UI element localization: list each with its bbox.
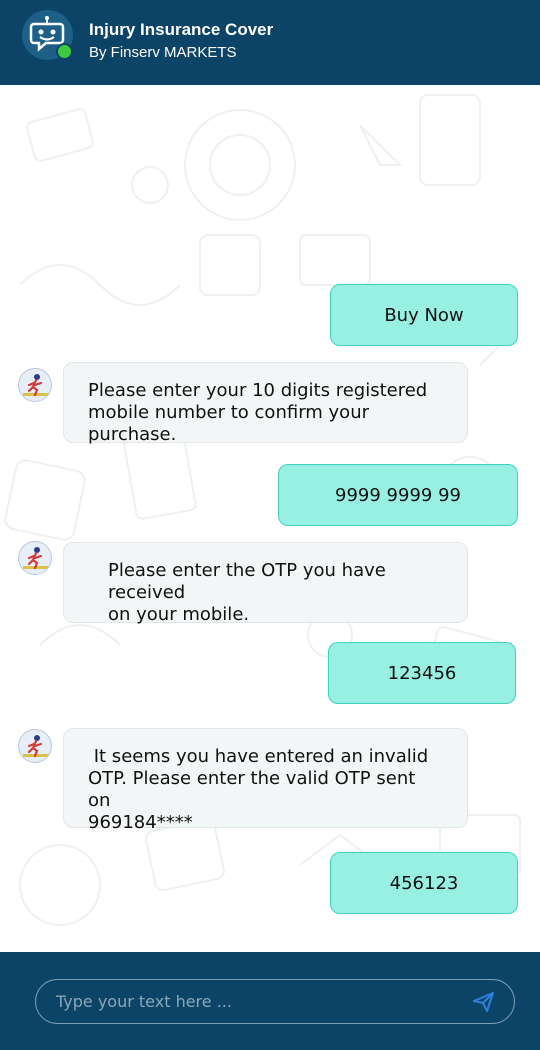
chat-conversation[interactable]: Buy Now Please enter your 10 digits regi… — [0, 85, 540, 952]
message-line: on your mobile. — [108, 604, 250, 625]
message-composer — [0, 952, 540, 1050]
chat-header: Injury Insurance Cover By Finserv MARKET… — [0, 0, 540, 85]
user-message: 456123 — [330, 852, 518, 914]
message-input-container[interactable] — [35, 979, 515, 1024]
bot-avatar — [18, 729, 52, 763]
user-message: 123456 — [328, 642, 516, 704]
message-line: OTP. Please enter the valid OTP sent on — [88, 768, 416, 811]
bot-avatar — [18, 368, 52, 402]
message-text: 123456 — [387, 662, 457, 684]
message-line: 969184**** — [88, 812, 193, 833]
header-subtitle: By Finserv MARKETS — [89, 44, 237, 61]
bot-message: Please enter the OTP you have received o… — [63, 542, 468, 625]
message-input[interactable] — [56, 980, 456, 1023]
message-text: 456123 — [389, 872, 459, 894]
send-icon[interactable] — [472, 991, 496, 1013]
bot-message: Please enter your 10 digits registered m… — [63, 362, 468, 445]
send-button[interactable] — [472, 991, 496, 1013]
message-line: Please enter the OTP you have received — [108, 560, 386, 603]
user-message: Buy Now — [330, 284, 518, 346]
user-message: 9999 9999 99 — [278, 464, 518, 526]
message-text: 9999 9999 99 — [335, 484, 461, 506]
bot-message: It seems you have entered an invalid OTP… — [63, 728, 468, 833]
online-status-indicator — [56, 43, 73, 60]
bot-avatar — [18, 541, 52, 575]
header-title: Injury Insurance Cover — [89, 20, 274, 39]
message-line: Please enter your 10 digits registered — [88, 380, 428, 401]
message-line: mobile number to confirm your purchase. — [88, 402, 370, 445]
message-text: Buy Now — [384, 304, 464, 326]
message-line: It seems you have entered an invalid — [88, 746, 429, 767]
